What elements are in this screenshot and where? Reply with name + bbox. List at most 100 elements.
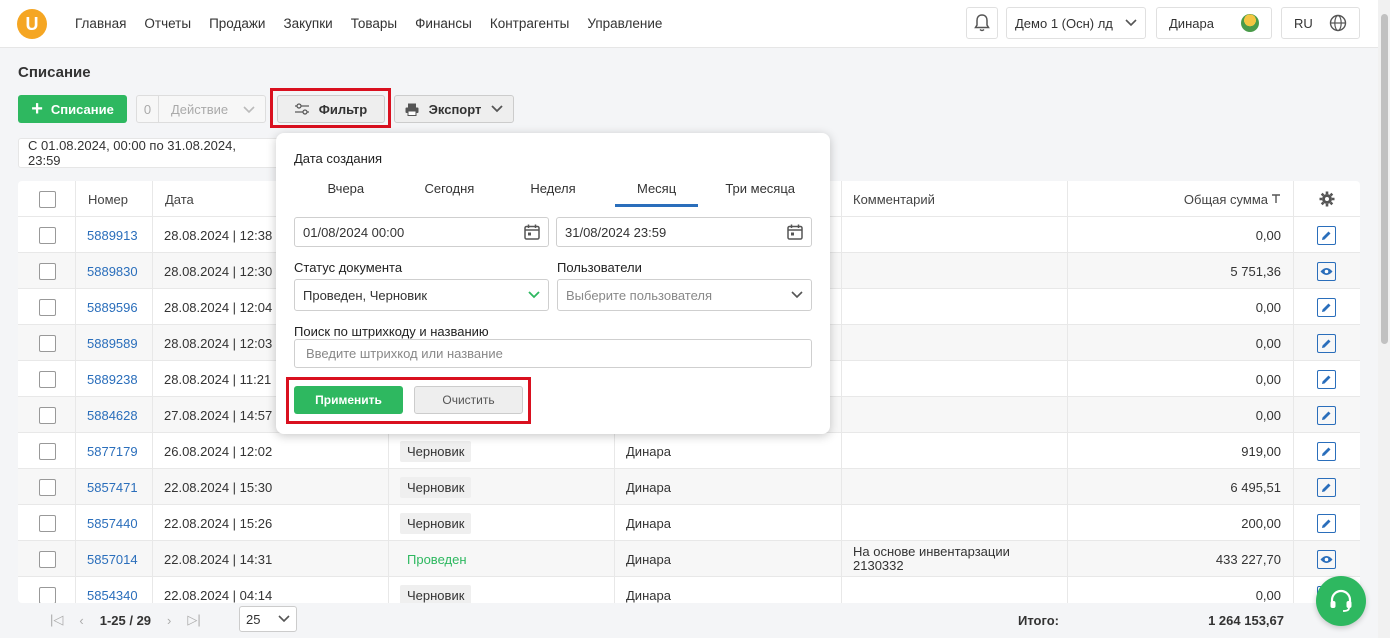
nav-item-finance[interactable]: Финансы <box>406 16 481 31</box>
language-selector[interactable]: RU <box>1281 7 1360 39</box>
highlight-frame-actions <box>286 377 531 424</box>
doc-amount: 0,00 <box>1068 577 1294 603</box>
user-menu[interactable]: Динара <box>1156 7 1272 39</box>
table-row[interactable]: 5857440 22.08.2024 | 15:26 Черновик Динара 2… <box>18 505 1360 541</box>
tab-week[interactable]: Неделя <box>501 175 605 207</box>
edit-button[interactable] <box>1317 477 1336 497</box>
next-page-icon[interactable]: › <box>167 613 171 628</box>
row-checkbox[interactable] <box>39 226 56 244</box>
doc-number-link[interactable]: 5889830 <box>76 253 153 289</box>
row-checkbox[interactable] <box>39 298 56 316</box>
date-range-chip[interactable]: С 01.08.2024, 00:00 по 31.08.2024, 23:59 <box>18 138 280 168</box>
nav-item-purchases[interactable]: Закупки <box>274 16 341 31</box>
nav-item-products[interactable]: Товары <box>342 16 406 31</box>
header-number[interactable]: Номер <box>76 181 153 217</box>
selected-count: 0 <box>137 96 159 122</box>
row-checkbox[interactable] <box>39 478 56 496</box>
edit-button[interactable] <box>1317 333 1336 353</box>
row-checkbox[interactable] <box>39 550 56 568</box>
edit-button[interactable] <box>1317 441 1336 461</box>
pencil-icon <box>1321 482 1332 493</box>
doc-number-link[interactable]: 5889589 <box>76 325 153 361</box>
doc-number-link[interactable]: 5889238 <box>76 361 153 397</box>
table-row[interactable]: 5857471 22.08.2024 | 15:30 Черновик Динара 6… <box>18 469 1360 505</box>
tab-three-months[interactable]: Три месяца <box>708 175 812 207</box>
notifications-button[interactable] <box>966 7 998 39</box>
doc-amount: 0,00 <box>1068 217 1294 253</box>
scrollbar-thumb[interactable] <box>1381 14 1388 344</box>
doc-number-link[interactable]: 5857471 <box>76 469 153 505</box>
row-checkbox[interactable] <box>39 514 56 532</box>
tab-month[interactable]: Месяц <box>605 175 709 207</box>
doc-status-select[interactable]: Проведен, Черновик <box>294 279 549 311</box>
company-selector[interactable]: Демо 1 (Осн) лд <box>1006 7 1146 39</box>
select-all-checkbox[interactable] <box>39 190 56 208</box>
prev-page-icon[interactable]: ‹ <box>79 613 83 628</box>
tab-today[interactable]: Сегодня <box>398 175 502 207</box>
row-checkbox[interactable] <box>39 262 56 280</box>
table-row[interactable]: 5857014 22.08.2024 | 14:31 Проведен Динара Н… <box>18 541 1360 577</box>
doc-comment <box>842 217 1068 253</box>
table-row[interactable]: 5877179 26.08.2024 | 12:02 Черновик Динара 9… <box>18 433 1360 469</box>
tab-yesterday[interactable]: Вчера <box>294 175 398 207</box>
chevron-down-icon <box>491 105 504 113</box>
view-button[interactable] <box>1317 549 1336 569</box>
view-button[interactable] <box>1317 261 1336 281</box>
pencil-icon <box>1321 518 1332 529</box>
nav-item-contractors[interactable]: Контрагенты <box>481 16 579 31</box>
nav-item-management[interactable]: Управление <box>578 16 671 31</box>
date-to-field[interactable]: 31/08/2024 23:59 <box>556 217 812 247</box>
nav-item-home[interactable]: Главная <box>66 16 135 31</box>
edit-button[interactable] <box>1317 225 1336 245</box>
edit-button[interactable] <box>1317 369 1336 389</box>
row-checkbox[interactable] <box>39 586 56 603</box>
edit-button[interactable] <box>1317 297 1336 317</box>
header-total[interactable]: Общая сумма <box>1068 181 1294 217</box>
logo[interactable]: U <box>17 9 47 39</box>
last-page-icon[interactable]: ▷| <box>187 612 200 628</box>
chevron-down-icon <box>791 291 803 299</box>
page-size-select[interactable]: 25 <box>239 606 297 632</box>
table-row[interactable]: 5854340 22.08.2024 | 04:14 Черновик Динара 0… <box>18 577 1360 603</box>
main-nav: Главная Отчеты Продажи Закупки Товары Фи… <box>66 16 671 31</box>
doc-user: Динара <box>615 577 842 603</box>
header-comment[interactable]: Комментарий <box>842 181 1068 217</box>
doc-number-link[interactable]: 5857014 <box>76 541 153 577</box>
row-action-cell <box>1294 505 1360 541</box>
edit-button[interactable] <box>1317 513 1336 533</box>
row-action-cell <box>1294 433 1360 469</box>
doc-number-link[interactable]: 5889596 <box>76 289 153 325</box>
nav-item-sales[interactable]: Продажи <box>200 16 274 31</box>
add-writeoff-button[interactable]: + Списание <box>18 95 127 123</box>
page-scrollbar[interactable] <box>1378 0 1390 638</box>
doc-user: Динара <box>615 433 842 469</box>
printer-icon <box>405 103 419 116</box>
doc-number-link[interactable]: 5884628 <box>76 397 153 433</box>
sort-icon <box>1272 194 1280 203</box>
gear-icon <box>1319 191 1335 207</box>
row-checkbox[interactable] <box>39 370 56 388</box>
action-dropdown[interactable]: 0 Действие <box>136 95 266 123</box>
export-button[interactable]: Экспорт <box>394 95 514 123</box>
row-checkbox[interactable] <box>39 334 56 352</box>
doc-number-link[interactable]: 5889913 <box>76 217 153 253</box>
header-settings[interactable] <box>1294 181 1360 217</box>
doc-comment <box>842 577 1068 603</box>
users-select[interactable]: Выберите пользователя <box>557 279 812 311</box>
row-checkbox[interactable] <box>39 406 56 424</box>
date-from-field[interactable]: 01/08/2024 00:00 <box>294 217 549 247</box>
doc-number-link[interactable]: 5857440 <box>76 505 153 541</box>
doc-date: 22.08.2024 | 04:14 <box>153 577 389 603</box>
doc-amount: 0,00 <box>1068 397 1294 433</box>
doc-comment <box>842 469 1068 505</box>
doc-number-link[interactable]: 5854340 <box>76 577 153 603</box>
first-page-icon[interactable]: |◁ <box>50 612 63 628</box>
support-chat-button[interactable] <box>1316 576 1366 626</box>
pencil-icon <box>1321 302 1332 313</box>
row-checkbox[interactable] <box>39 442 56 460</box>
edit-button[interactable] <box>1317 405 1336 425</box>
nav-item-reports[interactable]: Отчеты <box>135 16 200 31</box>
doc-number-link[interactable]: 5877179 <box>76 433 153 469</box>
barcode-search-input[interactable]: Введите штрихкод или название <box>294 339 812 368</box>
status-badge: Черновик <box>400 476 472 498</box>
